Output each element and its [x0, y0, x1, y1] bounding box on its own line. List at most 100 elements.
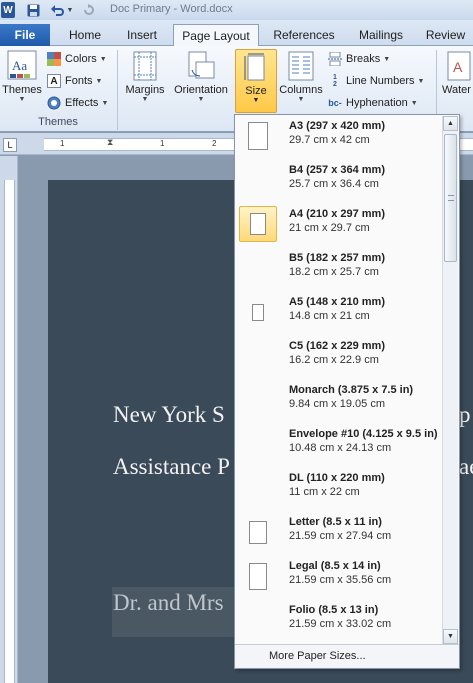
orientation-icon — [188, 51, 215, 79]
themes-dropdown-icon: ▼ — [18, 96, 26, 103]
breaks-icon — [328, 52, 342, 66]
margins-button[interactable]: Margins ▼ — [122, 50, 168, 103]
colors-icon — [47, 52, 61, 66]
paper-size-option[interactable]: B5 (182 x 257 mm) 18.2 cm x 25.7 cm — [235, 247, 442, 291]
paper-thumb — [239, 514, 277, 550]
paper-size-option[interactable]: A3 (297 x 420 mm) 29.7 cm x 42 cm — [235, 115, 442, 159]
scroll-thumb[interactable] — [444, 134, 457, 262]
paper-icon — [248, 122, 268, 150]
scroll-up-icon[interactable]: ▲ — [443, 116, 458, 131]
effects-button[interactable]: Effects ▼ — [47, 94, 108, 112]
colors-dropdown-icon: ▼ — [99, 55, 107, 63]
tab-page-layout[interactable]: Page Layout — [173, 24, 259, 47]
line-numbers-icon: 12 — [333, 74, 337, 88]
menu-scrollbar[interactable]: ▲ ▼ — [442, 116, 458, 644]
paper-size-dims: 21 cm x 29.7 cm — [289, 222, 370, 234]
hyphenation-icon: bc- — [328, 98, 342, 108]
ribbon-separator — [117, 50, 118, 130]
paper-thumb — [239, 602, 277, 638]
svg-text:A: A — [453, 59, 463, 75]
paper-size-menu: A3 (297 x 420 mm) 29.7 cm x 42 cm B4 (25… — [234, 114, 460, 669]
paper-thumb — [239, 206, 277, 242]
columns-button[interactable]: Columns ▼ — [278, 50, 324, 103]
paper-size-dims: 9.84 cm x 19.05 cm — [289, 398, 385, 410]
themes-label: Themes — [2, 84, 42, 96]
colors-label: Colors — [65, 53, 97, 65]
tab-file[interactable]: File — [0, 24, 50, 46]
paper-size-option[interactable]: Folio (8.5 x 13 in) 21.59 cm x 33.02 cm — [235, 599, 442, 643]
undo-dropdown-icon[interactable]: ▼ — [66, 2, 74, 18]
columns-label: Columns — [279, 84, 323, 96]
paper-icon — [249, 562, 267, 590]
watermark-label: Water — [442, 84, 471, 96]
size-button[interactable]: Size ▼ — [235, 49, 277, 113]
save-icon[interactable] — [26, 2, 40, 18]
paper-icon — [252, 303, 264, 321]
paper-thumb — [239, 470, 277, 506]
paper-thumb — [239, 162, 277, 198]
paper-size-option[interactable]: Letter (8.5 x 11 in) 21.59 cm x 27.94 cm — [235, 511, 442, 555]
scroll-down-icon[interactable]: ▼ — [443, 629, 458, 644]
margins-label: Margins — [125, 84, 165, 96]
paper-size-dims: 18.2 cm x 25.7 cm — [289, 266, 379, 278]
paper-thumb — [239, 558, 277, 594]
fonts-button[interactable]: A Fonts ▼ — [47, 72, 102, 90]
paper-size-option[interactable]: B4 (257 x 364 mm) 25.7 cm x 36.4 cm — [235, 159, 442, 203]
fonts-icon: A — [47, 74, 61, 88]
orientation-button[interactable]: Orientation ▼ — [170, 50, 232, 103]
paper-size-option[interactable]: A5 (148 x 210 mm) 14.8 cm x 21 cm — [235, 291, 442, 335]
paper-size-name: Folio (8.5 x 13 in) — [289, 604, 379, 616]
word-logo-icon[interactable]: W — [1, 2, 15, 18]
tab-insert[interactable]: Insert — [114, 24, 170, 46]
tab-home[interactable]: Home — [58, 24, 112, 46]
paper-icon — [249, 520, 267, 544]
orientation-label: Orientation — [174, 84, 228, 96]
breaks-button[interactable]: Breaks ▼ — [328, 50, 390, 68]
tab-references[interactable]: References — [264, 24, 344, 46]
paper-size-dims: 21.59 cm x 35.56 cm — [289, 574, 392, 586]
paper-size-name: Legal (8.5 x 14 in) — [289, 560, 381, 572]
paper-size-name: Envelope #10 (4.125 x 9.5 in) — [289, 428, 438, 440]
document-line-fragment: p — [459, 402, 471, 427]
paper-size-option-selected[interactable]: A4 (210 x 297 mm) 21 cm x 29.7 cm — [235, 203, 442, 247]
paper-icon — [250, 213, 266, 235]
colors-button[interactable]: Colors ▼ — [47, 50, 107, 68]
ruler-number: 1 — [60, 139, 65, 148]
indent-marker-icon[interactable]: ⧗ — [107, 137, 113, 148]
hyphenation-button[interactable]: bc- Hyphenation ▼ — [328, 94, 418, 112]
effects-dropdown-icon: ▼ — [101, 99, 109, 107]
more-paper-sizes-button[interactable]: More Paper Sizes... — [269, 650, 366, 662]
watermark-button[interactable]: A Water — [440, 50, 473, 96]
paper-size-dims: 21.59 cm x 27.94 cm — [289, 530, 392, 542]
paper-size-dims: 16.2 cm x 22.9 cm — [289, 354, 379, 366]
size-dropdown-icon: ▼ — [252, 97, 260, 104]
paper-size-dims: 25.7 cm x 36.4 cm — [289, 178, 379, 190]
tab-mailings[interactable]: Mailings — [348, 24, 414, 46]
size-label: Size — [245, 85, 267, 97]
tab-stop-selector[interactable]: L — [3, 138, 17, 152]
paper-size-option[interactable]: DL (110 x 220 mm) 11 cm x 22 cm — [235, 467, 442, 511]
redo-icon[interactable] — [82, 2, 96, 18]
paper-thumb — [239, 250, 277, 286]
undo-icon[interactable] — [50, 2, 64, 18]
paper-size-option[interactable]: Envelope #10 (4.125 x 9.5 in) 10.48 cm x… — [235, 423, 442, 467]
paper-size-option[interactable]: Monarch (3.875 x 7.5 in) 9.84 cm x 19.05… — [235, 379, 442, 423]
paper-size-option[interactable]: C5 (162 x 229 mm) 16.2 cm x 22.9 cm — [235, 335, 442, 379]
hyphenation-label: Hyphenation — [346, 97, 408, 109]
tab-review[interactable]: Review — [418, 24, 473, 46]
paper-size-dims: 29.7 cm x 42 cm — [289, 134, 370, 146]
effects-label: Effects — [65, 97, 99, 109]
themes-button[interactable]: Aa Themes ▼ — [2, 50, 42, 103]
document-line-fragment: ae — [459, 454, 473, 479]
paper-size-name: B5 (182 x 257 mm) — [289, 252, 385, 264]
paper-thumb — [239, 426, 277, 462]
svg-text:Aa: Aa — [12, 58, 27, 73]
paper-size-dims: 21.59 cm x 33.02 cm — [289, 618, 392, 630]
size-icon — [244, 53, 265, 81]
paper-size-name: Letter (8.5 x 11 in) — [289, 516, 382, 528]
hyphenation-dropdown-icon: ▼ — [410, 99, 418, 107]
line-numbers-button[interactable]: 12 Line Numbers ▼ — [328, 72, 424, 90]
paper-size-option[interactable]: Legal (8.5 x 14 in) 21.59 cm x 35.56 cm — [235, 555, 442, 599]
paper-size-name: DL (110 x 220 mm) — [289, 472, 385, 484]
paper-size-name: B4 (257 x 364 mm) — [289, 164, 385, 176]
